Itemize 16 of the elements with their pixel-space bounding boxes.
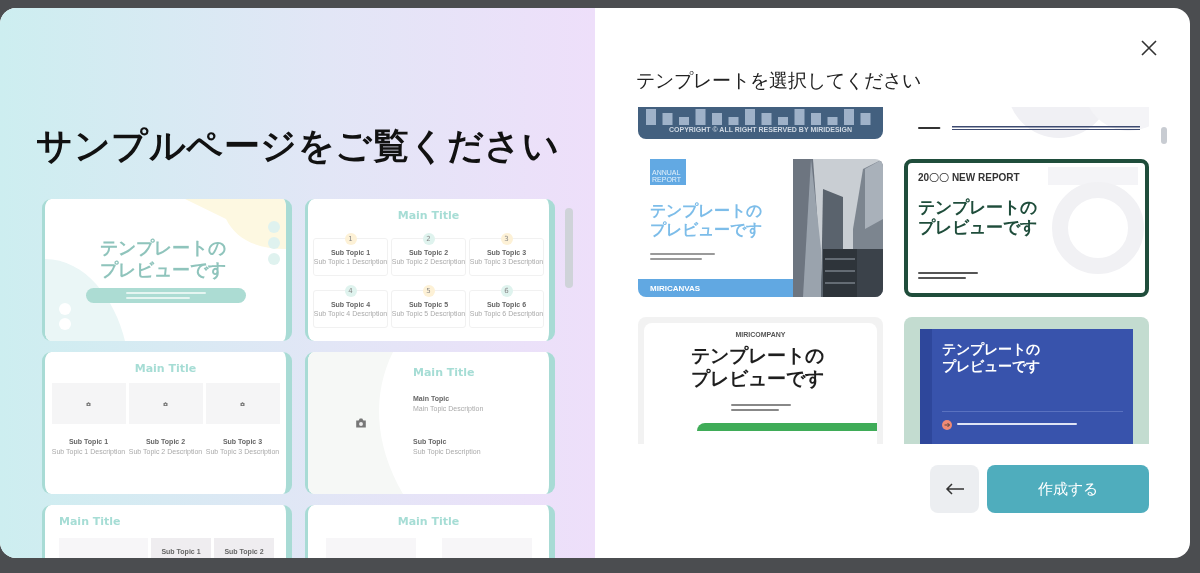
template-card[interactable]: 20〇〇 NEW REPORT テンプレートのプレビューです [904, 159, 1149, 297]
slide-title: Main Title [397, 209, 460, 222]
slide-title: Main Title [413, 366, 475, 379]
slide-title: テンプレートのプレビューです [942, 341, 1041, 375]
slide-title: Main Title [59, 515, 121, 528]
slide-title: テンプレートのプレビューです [691, 344, 826, 390]
slide-title: テンプレートのプレビューです [918, 197, 1038, 238]
slide-title: テンプレートのプレビューです [650, 201, 763, 240]
dialog-heading: テンプレートを選択してください [636, 68, 922, 93]
slide-title: Main Title [134, 362, 197, 375]
slide-title: Main Title [397, 515, 460, 528]
panel-title: サンプルページをご覧ください [36, 124, 559, 168]
template-card[interactable]: テンプレートのプレビューです [904, 317, 1149, 444]
brand-text: MIRICANVAS [650, 283, 701, 293]
report-label: 20〇〇 NEW REPORT [918, 171, 1021, 185]
slide-title: テンプレートのプレビューです [99, 236, 227, 281]
